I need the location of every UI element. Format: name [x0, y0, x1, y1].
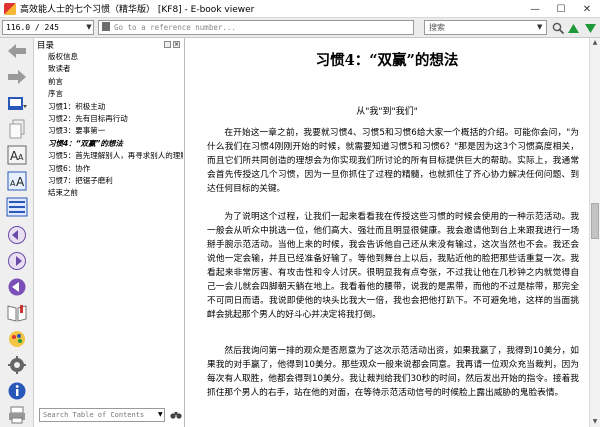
- toc-item[interactable]: 序言: [48, 88, 183, 100]
- scrollbar-thumb[interactable]: [591, 203, 599, 239]
- svg-text:A: A: [16, 175, 25, 189]
- toc-item[interactable]: 结束之前: [48, 187, 183, 199]
- left-toolbar: AA AA: [0, 38, 34, 427]
- close-button[interactable]: ✕: [574, 0, 600, 18]
- toc-list-icon[interactable]: [5, 196, 29, 218]
- font-size-decrease-icon[interactable]: AA: [5, 170, 29, 192]
- window-controls: — ☐ ✕: [522, 0, 600, 18]
- find-previous-icon[interactable]: [566, 21, 580, 35]
- toc-item[interactable]: 习惯1：积极主动: [48, 101, 183, 113]
- toc-item[interactable]: 致读者: [48, 63, 183, 75]
- toc-panel-controls: ×: [164, 41, 180, 48]
- search-icon[interactable]: [551, 21, 565, 35]
- maximize-button[interactable]: ☐: [548, 0, 574, 18]
- toc-item[interactable]: 习惯6：协作: [48, 163, 183, 175]
- binoculars-icon[interactable]: [170, 408, 182, 422]
- search-input[interactable]: 搜索: [424, 20, 547, 35]
- previous-section-icon[interactable]: [5, 224, 29, 246]
- info-icon[interactable]: [5, 380, 29, 402]
- print-icon[interactable]: [5, 404, 29, 426]
- toc-item[interactable]: 习惯7：把锯子磨利: [48, 175, 183, 187]
- search-dropdown-icon[interactable]: ▼: [537, 21, 545, 34]
- back-arrow-icon[interactable]: [5, 40, 29, 62]
- toc-item[interactable]: 前言: [48, 76, 183, 88]
- section-heading: 从"我"到"我们": [356, 107, 418, 117]
- reference-input[interactable]: Go to a reference number...: [98, 20, 414, 35]
- page-position-input[interactable]: 116.0 / 245: [2, 20, 94, 35]
- theme-icon[interactable]: [5, 328, 29, 350]
- next-section-icon[interactable]: [5, 250, 29, 272]
- bookmark-icon[interactable]: [5, 302, 29, 324]
- copy-icon[interactable]: [5, 118, 29, 140]
- toc-search-dropdown-icon[interactable]: ▼: [158, 409, 164, 421]
- minimize-button[interactable]: —: [522, 0, 548, 18]
- toc-item-active[interactable]: 习惯4：“双赢”的想法: [48, 138, 183, 150]
- toc-close-button[interactable]: ×: [173, 41, 180, 48]
- toc-item[interactable]: 习惯3：要事第一: [48, 125, 183, 137]
- paragraph: 然后我询问第一排的观众是否愿意为了这次示范活动出资，如果我赢了，我得到10美分，…: [207, 346, 579, 398]
- find-next-icon[interactable]: [583, 21, 597, 35]
- reference-placeholder: Go to a reference number...: [114, 23, 236, 32]
- toc-float-button[interactable]: [164, 41, 171, 48]
- toc-item[interactable]: 习惯5：首先理解别人，再寻求别人的理解: [48, 150, 183, 162]
- toc-item[interactable]: 版权信息: [48, 51, 183, 63]
- open-book-icon[interactable]: [5, 92, 29, 114]
- app-icon: [4, 2, 16, 15]
- toc-list: 版权信息 致读者 前言 序言 习惯1：积极主动 习惯2：先有目标再行动 习惯3：…: [48, 51, 183, 200]
- toc-item[interactable]: 习惯2：先有目标再行动: [48, 113, 183, 125]
- paragraph: 为了说明这个过程，让我们一起来看看我在传授这些习惯的时候会使用的一种示范活动。我…: [207, 212, 579, 320]
- paragraph: 在开始这一章之前，我要就习惯4、习惯5和习惯6给大家一个概括的介绍。可能你会问，…: [207, 128, 579, 194]
- toc-search-input[interactable]: Search Table of Contents: [39, 408, 165, 422]
- previous-page-icon[interactable]: [5, 276, 29, 298]
- top-toolbar: 116.0 / 245 ▼ Go to a reference number..…: [0, 18, 600, 38]
- forward-arrow-icon[interactable]: [5, 66, 29, 88]
- svg-text:A: A: [18, 153, 24, 162]
- page-position-spinner-icon[interactable]: ▼: [85, 21, 93, 34]
- vertical-scrollbar[interactable]: ▲ ▼: [589, 38, 600, 427]
- document-view: 习惯4：“双赢”的想法 从"我"到"我们" 在开始这一章之前，我要就习惯4、习惯…: [185, 38, 589, 427]
- font-size-increase-icon[interactable]: AA: [5, 144, 29, 166]
- toc-header: 目录: [37, 41, 55, 51]
- title-bar: 高效能人士的七个习惯（精华版） [KF8] - E-book viewer — …: [0, 0, 600, 18]
- scroll-down-icon[interactable]: ▼: [590, 417, 600, 427]
- toc-panel: 目录 × 版权信息 致读者 前言 序言 习惯1：积极主动 习惯2：先有目标再行动…: [34, 38, 185, 427]
- chapter-title: 习惯4：“双赢”的想法: [315, 52, 459, 69]
- window-title: 高效能人士的七个习惯（精华版） [KF8] - E-book viewer: [20, 5, 255, 15]
- reference-icon: [102, 22, 110, 31]
- scroll-up-icon[interactable]: ▲: [590, 38, 600, 48]
- settings-gear-icon[interactable]: [5, 354, 29, 376]
